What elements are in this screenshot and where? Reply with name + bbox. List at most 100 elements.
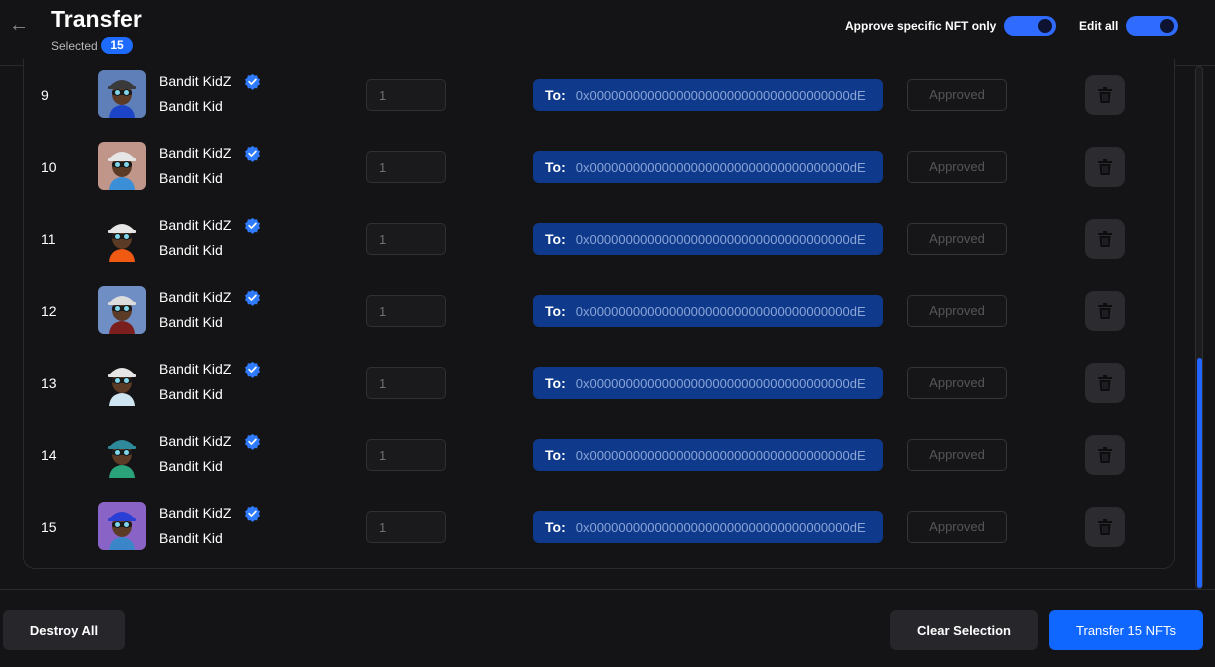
nft-avatar-image [98,214,146,262]
approve-specific-label: Approve specific NFT only [845,19,997,33]
nft-item-name: Bandit Kid [159,314,223,330]
edit-all-label: Edit all [1079,19,1119,33]
approved-button[interactable]: Approved [907,439,1007,471]
nft-row: 10 Bandit KidZ Bandit Kid To: 0x00000000… [24,131,1174,203]
nft-collection-name: Bandit KidZ [159,289,232,305]
nft-avatar-image [98,286,146,334]
nft-row: 9 Bandit KidZ Bandit Kid To: 0x000000000… [24,59,1174,131]
nft-item-name: Bandit Kid [159,242,223,258]
nft-collection-name: Bandit KidZ [159,433,232,449]
recipient-address-value[interactable]: 0x000000000000000000000000000000000000dE [576,304,866,319]
approved-button[interactable]: Approved [907,79,1007,111]
recipient-address-field[interactable]: To: 0x0000000000000000000000000000000000… [533,439,883,471]
recipient-address-field[interactable]: To: 0x0000000000000000000000000000000000… [533,223,883,255]
approved-button[interactable]: Approved [907,151,1007,183]
quantity-input[interactable] [366,511,446,543]
nft-avatar [98,214,146,262]
clear-selection-button[interactable]: Clear Selection [890,610,1038,650]
scrollbar-thumb[interactable] [1197,358,1202,588]
trash-icon [1098,375,1112,391]
delete-row-button[interactable] [1085,75,1125,115]
delete-row-button[interactable] [1085,507,1125,547]
to-label: To: [545,519,566,535]
nft-avatar [98,502,146,550]
selected-count-badge: 15 [101,37,133,54]
verified-badge-icon [244,505,261,522]
back-arrow-icon[interactable]: ← [8,14,30,36]
approved-button[interactable]: Approved [907,511,1007,543]
nft-collection-name: Bandit KidZ [159,505,232,521]
nft-avatar [98,286,146,334]
trash-icon [1098,519,1112,535]
delete-row-button[interactable] [1085,219,1125,259]
row-index: 15 [41,519,57,535]
nft-avatar-image [98,70,146,118]
verified-badge-icon [244,73,261,90]
recipient-address-value[interactable]: 0x000000000000000000000000000000000000dE [576,88,866,103]
nft-avatar-image [98,142,146,190]
row-index: 10 [41,159,57,175]
recipient-address-field[interactable]: To: 0x0000000000000000000000000000000000… [533,151,883,183]
verified-badge-icon [244,433,261,450]
approved-button[interactable]: Approved [907,367,1007,399]
to-label: To: [545,447,566,463]
footer-divider [0,589,1215,590]
nft-avatar [98,430,146,478]
quantity-input[interactable] [366,79,446,111]
quantity-input[interactable] [366,295,446,327]
verified-badge-icon [244,145,261,162]
to-label: To: [545,231,566,247]
delete-row-button[interactable] [1085,147,1125,187]
list-scrollbar[interactable] [1195,66,1203,589]
to-label: To: [545,303,566,319]
recipient-address-field[interactable]: To: 0x0000000000000000000000000000000000… [533,79,883,111]
trash-icon [1098,303,1112,319]
approved-button[interactable]: Approved [907,223,1007,255]
recipient-address-value[interactable]: 0x000000000000000000000000000000000000dE [576,520,866,535]
nft-transfer-list: 9 Bandit KidZ Bandit Kid To: 0x000000000… [23,59,1175,569]
row-index: 14 [41,447,57,463]
recipient-address-field[interactable]: To: 0x0000000000000000000000000000000000… [533,511,883,543]
trash-icon [1098,87,1112,103]
quantity-input[interactable] [366,151,446,183]
destroy-all-button[interactable]: Destroy All [3,610,125,650]
approve-specific-toggle[interactable] [1004,16,1057,36]
to-label: To: [545,375,566,391]
trash-icon [1098,231,1112,247]
recipient-address-value[interactable]: 0x000000000000000000000000000000000000dE [576,376,866,391]
page-title: Transfer [51,6,142,32]
nft-row: 14 Bandit KidZ Bandit Kid To: 0x00000000… [24,419,1174,491]
recipient-address-field[interactable]: To: 0x0000000000000000000000000000000000… [533,295,883,327]
trash-icon [1098,159,1112,175]
delete-row-button[interactable] [1085,291,1125,331]
approved-button[interactable]: Approved [907,295,1007,327]
edit-all-toggle-group: Edit all [1079,16,1179,36]
verified-badge-icon [244,361,261,378]
edit-all-toggle[interactable] [1126,16,1179,36]
approve-specific-toggle-group: Approve specific NFT only [845,16,1057,36]
row-index: 11 [41,231,56,247]
nft-row: 15 Bandit KidZ Bandit Kid To: 0x00000000… [24,491,1174,563]
nft-collection-name: Bandit KidZ [159,73,232,89]
quantity-input[interactable] [366,439,446,471]
nft-row: 13 Bandit KidZ Bandit Kid To: 0x00000000… [24,347,1174,419]
transfer-header: ← Transfer Selected 15 Approve specific … [0,0,1215,66]
recipient-address-value[interactable]: 0x000000000000000000000000000000000000dE [576,160,866,175]
nft-item-name: Bandit Kid [159,530,223,546]
quantity-input[interactable] [366,223,446,255]
recipient-address-value[interactable]: 0x000000000000000000000000000000000000dE [576,448,866,463]
nft-avatar-image [98,502,146,550]
trash-icon [1098,447,1112,463]
row-index: 12 [41,303,57,319]
row-index: 9 [41,87,49,103]
quantity-input[interactable] [366,367,446,399]
recipient-address-value[interactable]: 0x000000000000000000000000000000000000dE [576,232,866,247]
recipient-address-field[interactable]: To: 0x0000000000000000000000000000000000… [533,367,883,399]
nft-item-name: Bandit Kid [159,386,223,402]
verified-badge-icon [244,289,261,306]
delete-row-button[interactable] [1085,435,1125,475]
nft-avatar [98,358,146,406]
delete-row-button[interactable] [1085,363,1125,403]
transfer-nfts-button[interactable]: Transfer 15 NFTs [1049,610,1203,650]
toggle-knob [1038,19,1053,33]
